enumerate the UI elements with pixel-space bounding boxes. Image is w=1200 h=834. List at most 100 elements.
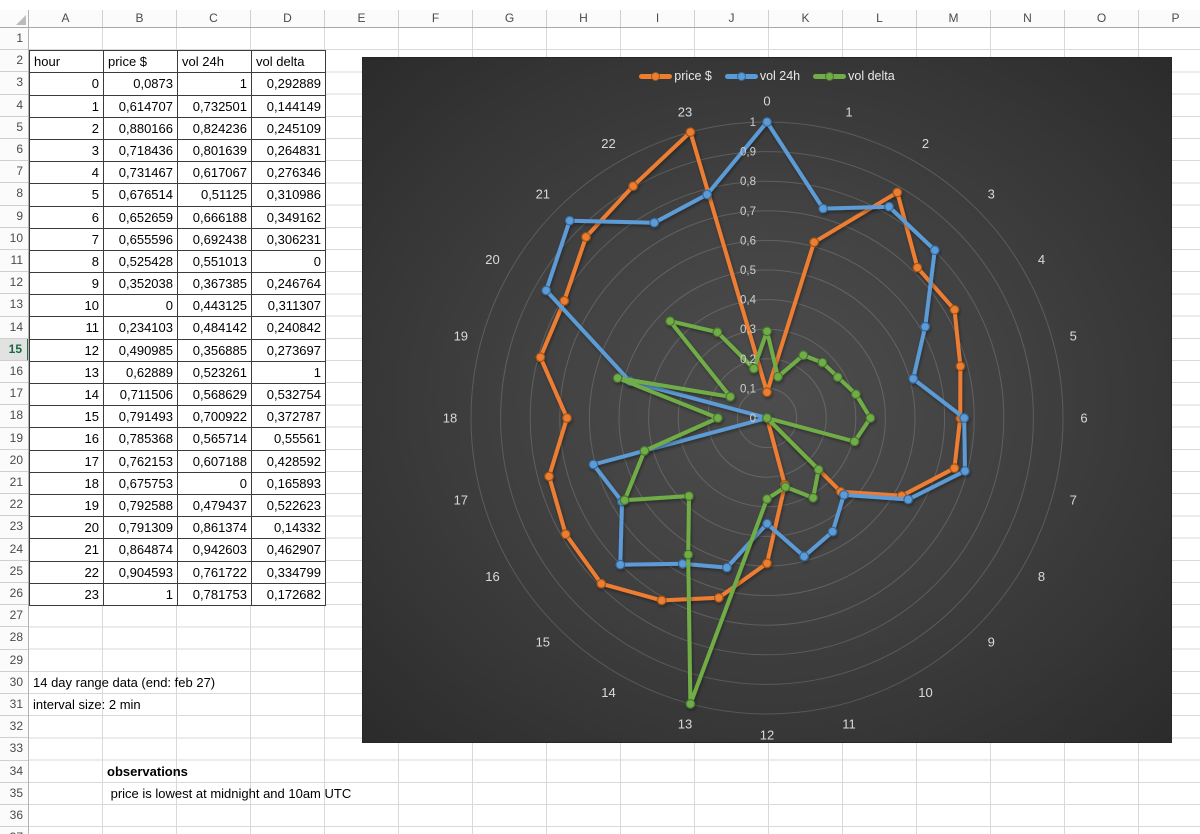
cell[interactable]: 4 bbox=[30, 162, 104, 185]
row-header-17[interactable]: 17 bbox=[0, 383, 28, 406]
cell[interactable]: 0,367385 bbox=[178, 273, 252, 296]
row-header-1[interactable]: 1 bbox=[0, 28, 28, 51]
column-header-J[interactable]: J bbox=[695, 10, 769, 27]
cell[interactable]: vol 24h bbox=[178, 51, 252, 74]
row-header-6[interactable]: 6 bbox=[0, 139, 28, 162]
cell[interactable]: 11 bbox=[30, 317, 104, 340]
cell[interactable]: 0,490985 bbox=[104, 339, 178, 362]
cell[interactable]: 0,731467 bbox=[104, 162, 178, 185]
cell[interactable]: hour bbox=[30, 51, 104, 74]
cell[interactable]: 0,532754 bbox=[252, 384, 326, 407]
cell[interactable]: 0,522623 bbox=[252, 494, 326, 518]
row-header-27[interactable]: 27 bbox=[0, 605, 28, 628]
column-header-H[interactable]: H bbox=[547, 10, 621, 27]
column-header-E[interactable]: E bbox=[325, 10, 399, 27]
cell[interactable]: 15 bbox=[30, 406, 104, 429]
cell[interactable]: 0,273697 bbox=[252, 339, 326, 362]
row-header-19[interactable]: 19 bbox=[0, 428, 28, 450]
cell[interactable]: 0,245109 bbox=[252, 117, 326, 140]
row-header-15[interactable]: 15 bbox=[0, 338, 28, 361]
cell[interactable]: 0,791309 bbox=[104, 517, 178, 540]
cell[interactable]: 0,172682 bbox=[252, 583, 326, 606]
cell[interactable]: 0,144149 bbox=[252, 95, 326, 118]
cell[interactable]: 9 bbox=[30, 273, 104, 296]
row-header-21[interactable]: 21 bbox=[0, 472, 28, 495]
row-header-28[interactable]: 28 bbox=[0, 627, 28, 650]
note-range[interactable]: 14 day range data (end: feb 27) bbox=[29, 672, 215, 694]
cell[interactable]: 0 bbox=[252, 250, 326, 274]
row-header-2[interactable]: 2 bbox=[0, 50, 28, 73]
cell[interactable]: 0,732501 bbox=[178, 95, 252, 118]
row-header-31[interactable]: 31 bbox=[0, 694, 28, 717]
cell[interactable]: 0,568629 bbox=[178, 384, 252, 407]
cell[interactable]: 0,334799 bbox=[252, 561, 326, 584]
cell[interactable]: 3 bbox=[30, 139, 104, 163]
cell[interactable]: 7 bbox=[30, 228, 104, 251]
cell[interactable]: price $ bbox=[104, 51, 178, 74]
cell[interactable]: 0,240842 bbox=[252, 317, 326, 340]
row-header-8[interactable]: 8 bbox=[0, 183, 28, 206]
cell[interactable]: 0,234103 bbox=[104, 317, 178, 340]
cell[interactable]: 0,718436 bbox=[104, 139, 178, 163]
cell[interactable]: 0,310986 bbox=[252, 184, 326, 207]
select-all-corner[interactable] bbox=[0, 10, 29, 28]
cell[interactable]: 6 bbox=[30, 206, 104, 229]
cell[interactable]: 0,356885 bbox=[178, 339, 252, 362]
radar-chart[interactable]: price $ vol 24h vol delta 0 1 2 3 4 5 6 7 8 9 10 11 12… bbox=[362, 57, 1172, 743]
cell[interactable]: 22 bbox=[30, 561, 104, 584]
cell[interactable]: 1 bbox=[252, 361, 326, 384]
cell[interactable]: 0,525428 bbox=[104, 250, 178, 274]
row-header-14[interactable]: 14 bbox=[0, 317, 28, 339]
cell[interactable]: 1 bbox=[178, 73, 252, 96]
cell[interactable]: 16 bbox=[30, 428, 104, 451]
cell[interactable]: 0,352038 bbox=[104, 273, 178, 296]
cell[interactable]: 0,652659 bbox=[104, 206, 178, 229]
cell[interactable]: 0 bbox=[30, 73, 104, 96]
cell[interactable]: 0,864874 bbox=[104, 539, 178, 562]
column-header-F[interactable]: F bbox=[399, 10, 473, 27]
column-header-M[interactable]: M bbox=[917, 10, 991, 27]
cell[interactable]: 0,55561 bbox=[252, 428, 326, 451]
cell[interactable]: 0,792588 bbox=[104, 494, 178, 518]
row-header-11[interactable]: 11 bbox=[0, 250, 28, 273]
cell[interactable]: 0,372787 bbox=[252, 406, 326, 429]
row-header-18[interactable]: 18 bbox=[0, 405, 28, 428]
cell[interactable]: 0,443125 bbox=[178, 295, 252, 318]
cell[interactable]: 13 bbox=[30, 361, 104, 384]
column-header-O[interactable]: O bbox=[1065, 10, 1139, 27]
cell[interactable]: 12 bbox=[30, 339, 104, 362]
cell[interactable]: 2 bbox=[30, 117, 104, 140]
column-header-I[interactable]: I bbox=[621, 10, 695, 27]
cell[interactable]: 0,762153 bbox=[104, 450, 178, 473]
note-observation-1[interactable]: price is lowest at midnight and 10am UTC bbox=[103, 783, 352, 805]
cell[interactable]: 0,306231 bbox=[252, 228, 326, 251]
cell[interactable]: 0,801639 bbox=[178, 139, 252, 163]
cell[interactable]: 0,246764 bbox=[252, 273, 326, 296]
cell[interactable]: 0,565714 bbox=[178, 428, 252, 451]
cell[interactable]: 20 bbox=[30, 517, 104, 540]
row-header-23[interactable]: 23 bbox=[0, 516, 28, 539]
cell[interactable]: 1 bbox=[30, 95, 104, 118]
row-header-25[interactable]: 25 bbox=[0, 561, 28, 583]
legend-item-price-[interactable]: price $ bbox=[639, 69, 712, 83]
column-header-P[interactable]: P bbox=[1139, 10, 1200, 27]
cell[interactable]: 0,655596 bbox=[104, 228, 178, 251]
row-header-29[interactable]: 29 bbox=[0, 650, 28, 672]
cell[interactable]: 0,904593 bbox=[104, 561, 178, 584]
row-header-22[interactable]: 22 bbox=[0, 494, 28, 517]
cell[interactable]: 0,700922 bbox=[178, 406, 252, 429]
cell[interactable]: 0,617067 bbox=[178, 162, 252, 185]
cell[interactable]: 0 bbox=[104, 295, 178, 318]
row-header-10[interactable]: 10 bbox=[0, 228, 28, 250]
cell[interactable]: 18 bbox=[30, 472, 104, 495]
cell[interactable]: 0,666188 bbox=[178, 206, 252, 229]
row-header-20[interactable]: 20 bbox=[0, 450, 28, 472]
cell[interactable]: 0,484142 bbox=[178, 317, 252, 340]
cell[interactable]: 0,349162 bbox=[252, 206, 326, 229]
cell[interactable]: 0,551013 bbox=[178, 250, 252, 274]
cell[interactable]: 5 bbox=[30, 184, 104, 207]
cell[interactable]: 0,692438 bbox=[178, 228, 252, 251]
cell[interactable]: 0,676514 bbox=[104, 184, 178, 207]
row-header-9[interactable]: 9 bbox=[0, 206, 28, 228]
row-header-34[interactable]: 34 bbox=[0, 761, 28, 783]
